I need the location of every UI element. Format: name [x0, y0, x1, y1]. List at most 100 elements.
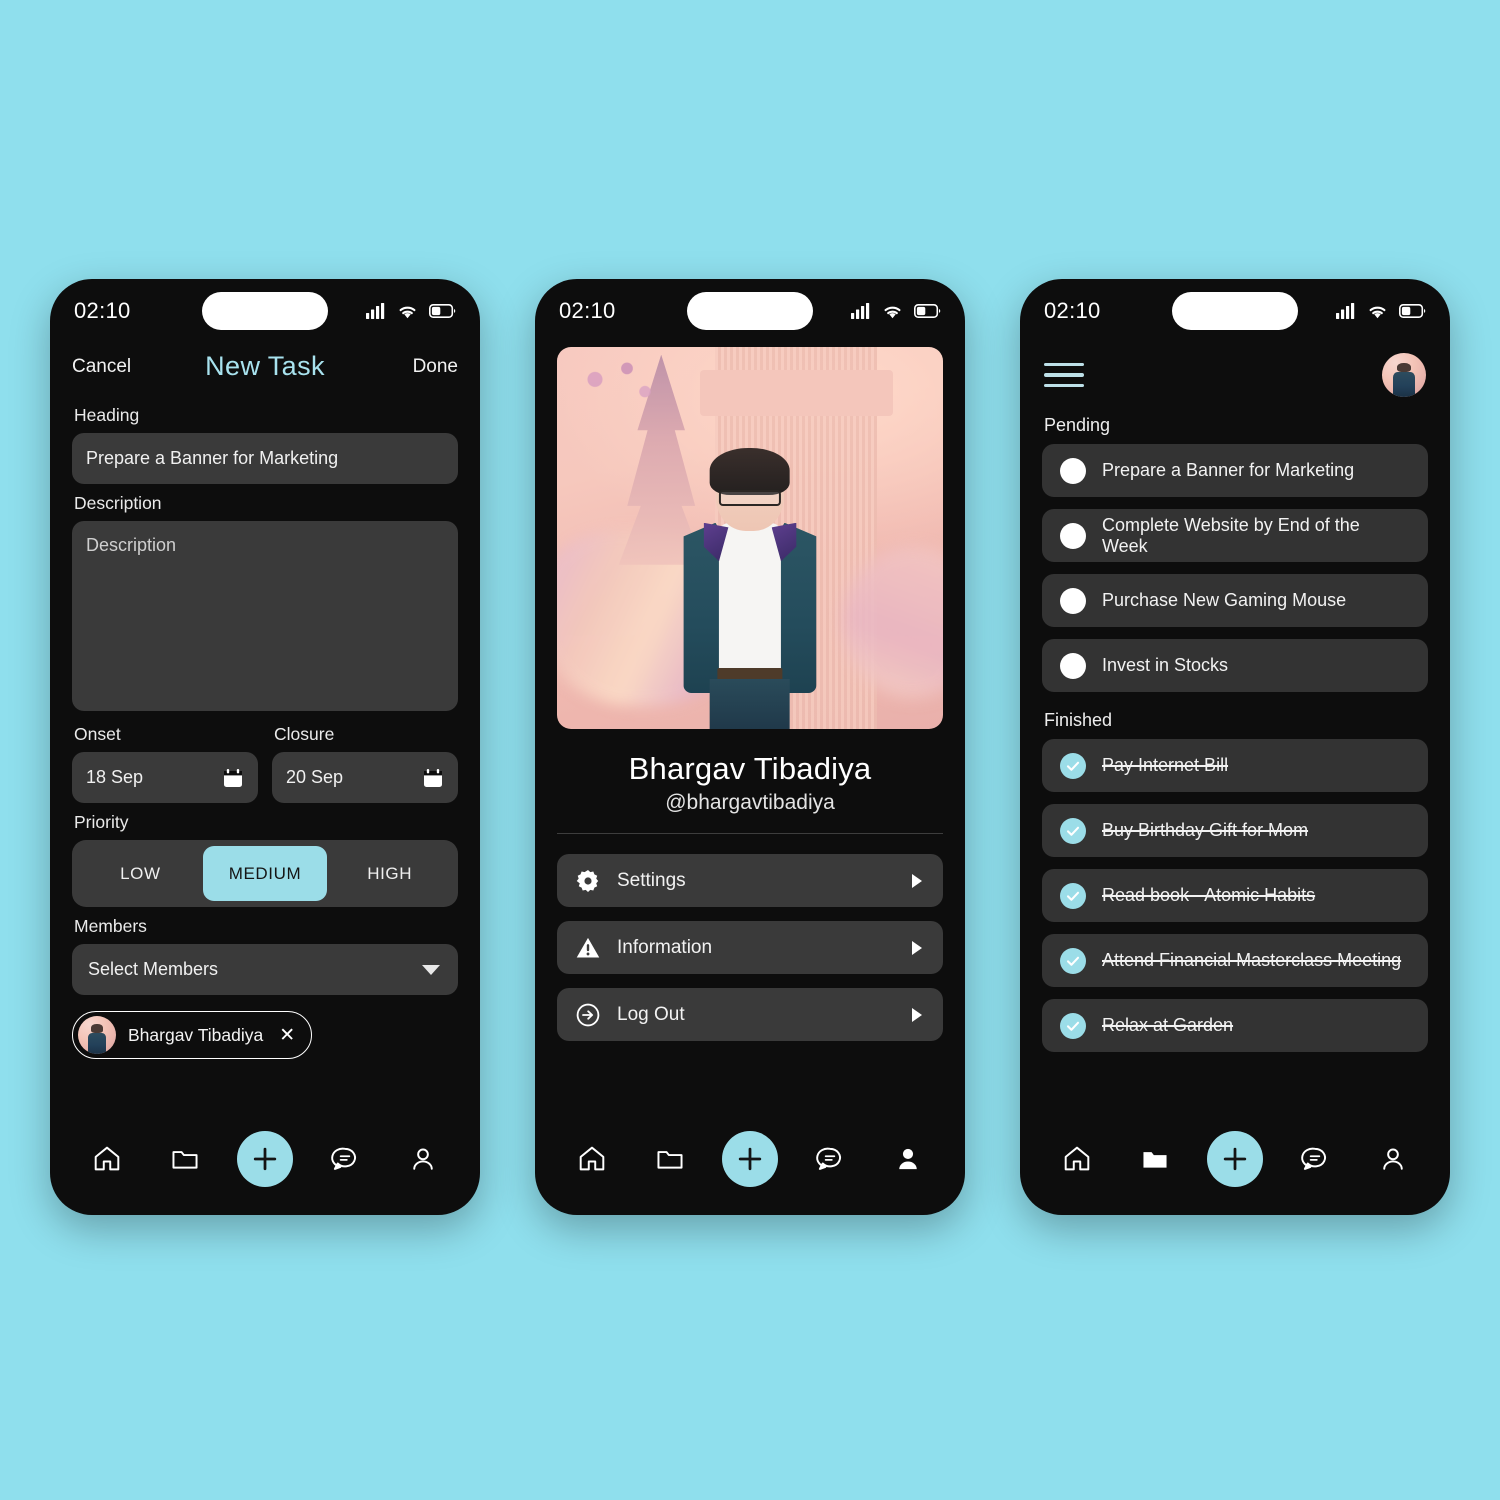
- check-icon: [1066, 761, 1080, 771]
- nav-add-button[interactable]: [1207, 1131, 1263, 1187]
- battery-icon: [429, 304, 456, 318]
- logout-icon: [576, 1003, 600, 1026]
- bottom-navigation: [535, 1119, 965, 1215]
- new-task-navbar: Cancel New Task Done: [72, 343, 458, 396]
- folder-icon: [172, 1151, 198, 1169]
- task-label: Purchase New Gaming Mouse: [1102, 590, 1347, 610]
- task-row[interactable]: Relax at Garden: [1042, 999, 1428, 1052]
- hamburger-bar: [1044, 363, 1084, 367]
- menu-item-information[interactable]: Information: [557, 921, 943, 974]
- closure-value: 20 Sep: [286, 767, 344, 787]
- nav-add-button[interactable]: [237, 1131, 293, 1187]
- phone-profile: 02:10 Bhargav Tibadiya @bhargavtibadiya …: [535, 279, 965, 1215]
- status-icons: [851, 303, 941, 319]
- nav-home[interactable]: [566, 1133, 618, 1185]
- menu-item-label: Log Out: [617, 1003, 685, 1025]
- chevron-right-icon: [912, 1007, 922, 1022]
- members-select[interactable]: Select Members: [72, 944, 458, 995]
- heading-label: Heading: [74, 405, 140, 425]
- task-row[interactable]: Prepare a Banner for Marketing: [1042, 444, 1428, 497]
- task-checkbox[interactable]: [1060, 587, 1086, 614]
- member-chip[interactable]: Bhargav Tibadiya ✕: [72, 1011, 313, 1059]
- nav-add-button[interactable]: [722, 1131, 778, 1187]
- task-checkbox-checked[interactable]: [1060, 1012, 1086, 1039]
- profile-name: Bhargav Tibadiya: [628, 751, 872, 786]
- task-checkbox-checked[interactable]: [1060, 947, 1086, 974]
- avatar[interactable]: [1382, 353, 1426, 397]
- done-button[interactable]: Done: [413, 356, 458, 378]
- folder-icon: [657, 1151, 683, 1169]
- menu-item-settings[interactable]: Settings: [557, 854, 943, 907]
- priority-label: Priority: [74, 812, 129, 832]
- onset-date-picker[interactable]: 18 Sep: [72, 752, 258, 803]
- task-label: Prepare a Banner for Marketing: [1102, 460, 1355, 480]
- hamburger-bar: [1044, 373, 1084, 377]
- check-icon: [1066, 826, 1080, 836]
- wifi-icon: [1369, 306, 1386, 319]
- chat-icon: [816, 1147, 841, 1170]
- phone-new-task: 02:10 Cancel New Task Done Heading Prepa…: [50, 279, 480, 1215]
- nav-profile[interactable]: [397, 1133, 449, 1185]
- task-row[interactable]: Invest in Stocks: [1042, 639, 1428, 692]
- priority-option-low[interactable]: LOW: [78, 846, 203, 901]
- task-list-header: [1042, 343, 1428, 409]
- task-label: Attend Financial Masterclass Meeting: [1102, 950, 1402, 970]
- nav-chat[interactable]: [319, 1133, 371, 1185]
- description-input[interactable]: Description: [72, 521, 458, 711]
- nav-home[interactable]: [81, 1133, 133, 1185]
- menu-item-logout[interactable]: Log Out: [557, 988, 943, 1041]
- calendar-icon: [224, 768, 242, 787]
- task-checkbox[interactable]: [1060, 522, 1086, 549]
- cancel-button[interactable]: Cancel: [72, 356, 131, 378]
- task-checkbox-checked[interactable]: [1060, 817, 1086, 844]
- close-icon[interactable]: ✕: [279, 1026, 295, 1045]
- task-checkbox[interactable]: [1060, 457, 1086, 484]
- task-row[interactable]: Buy Birthday Gift for Mom: [1042, 804, 1428, 857]
- task-list-screen: Pending Prepare a Banner for Marketing C…: [1020, 343, 1450, 1119]
- status-clock: 02:10: [74, 298, 131, 323]
- chevron-right-icon: [912, 940, 922, 955]
- status-clock: 02:10: [559, 298, 616, 323]
- closure-date-picker[interactable]: 20 Sep: [272, 752, 458, 803]
- task-row[interactable]: Purchase New Gaming Mouse: [1042, 574, 1428, 627]
- profile-icon: [1383, 1148, 1403, 1170]
- task-checkbox-checked[interactable]: [1060, 752, 1086, 779]
- nav-chat[interactable]: [1289, 1133, 1341, 1185]
- avatar-illustration: [673, 448, 827, 729]
- task-row[interactable]: Complete Website by End of the Week: [1042, 509, 1428, 562]
- menu-item-label: Settings: [617, 869, 686, 891]
- add-icon: [738, 1147, 762, 1171]
- bottom-navigation: [1020, 1119, 1450, 1215]
- nav-profile-active[interactable]: [882, 1133, 934, 1185]
- nav-profile[interactable]: [1367, 1133, 1419, 1185]
- priority-option-high[interactable]: HIGH: [327, 846, 452, 901]
- task-row[interactable]: Read book - Atomic Habits: [1042, 869, 1428, 922]
- nav-home[interactable]: [1051, 1133, 1103, 1185]
- poster-canvas: 02:10 Cancel New Task Done Heading Prepa…: [0, 0, 1500, 1500]
- onset-value: 18 Sep: [86, 767, 144, 787]
- nav-folder-active[interactable]: [1129, 1133, 1181, 1185]
- closure-field: Closure 20 Sep: [272, 715, 458, 803]
- members-placeholder: Select Members: [88, 959, 219, 979]
- priority-option-medium[interactable]: MEDIUM: [202, 846, 328, 901]
- heading-input[interactable]: Prepare a Banner for Marketing: [72, 433, 458, 484]
- task-checkbox-checked[interactable]: [1060, 882, 1086, 909]
- gear-icon: [576, 869, 599, 892]
- chevron-down-icon: [422, 964, 440, 975]
- task-checkbox[interactable]: [1060, 652, 1086, 679]
- background-blossom: [564, 354, 666, 416]
- nav-folder[interactable]: [644, 1133, 696, 1185]
- battery-icon: [1399, 304, 1426, 318]
- task-row[interactable]: Pay Internet Bill: [1042, 739, 1428, 792]
- priority-segmented-control: LOW MEDIUM HIGH: [72, 840, 458, 907]
- warning-icon: [576, 937, 600, 958]
- task-label: Complete Website by End of the Week: [1102, 514, 1360, 556]
- glasses-icon: [719, 489, 781, 507]
- home-icon: [1064, 1146, 1090, 1171]
- nav-chat[interactable]: [804, 1133, 856, 1185]
- hamburger-menu-icon[interactable]: [1044, 361, 1084, 389]
- chevron-right-icon: [912, 873, 922, 888]
- section-title-pending: Pending: [1044, 415, 1111, 435]
- nav-folder[interactable]: [159, 1133, 211, 1185]
- task-row[interactable]: Attend Financial Masterclass Meeting: [1042, 934, 1428, 987]
